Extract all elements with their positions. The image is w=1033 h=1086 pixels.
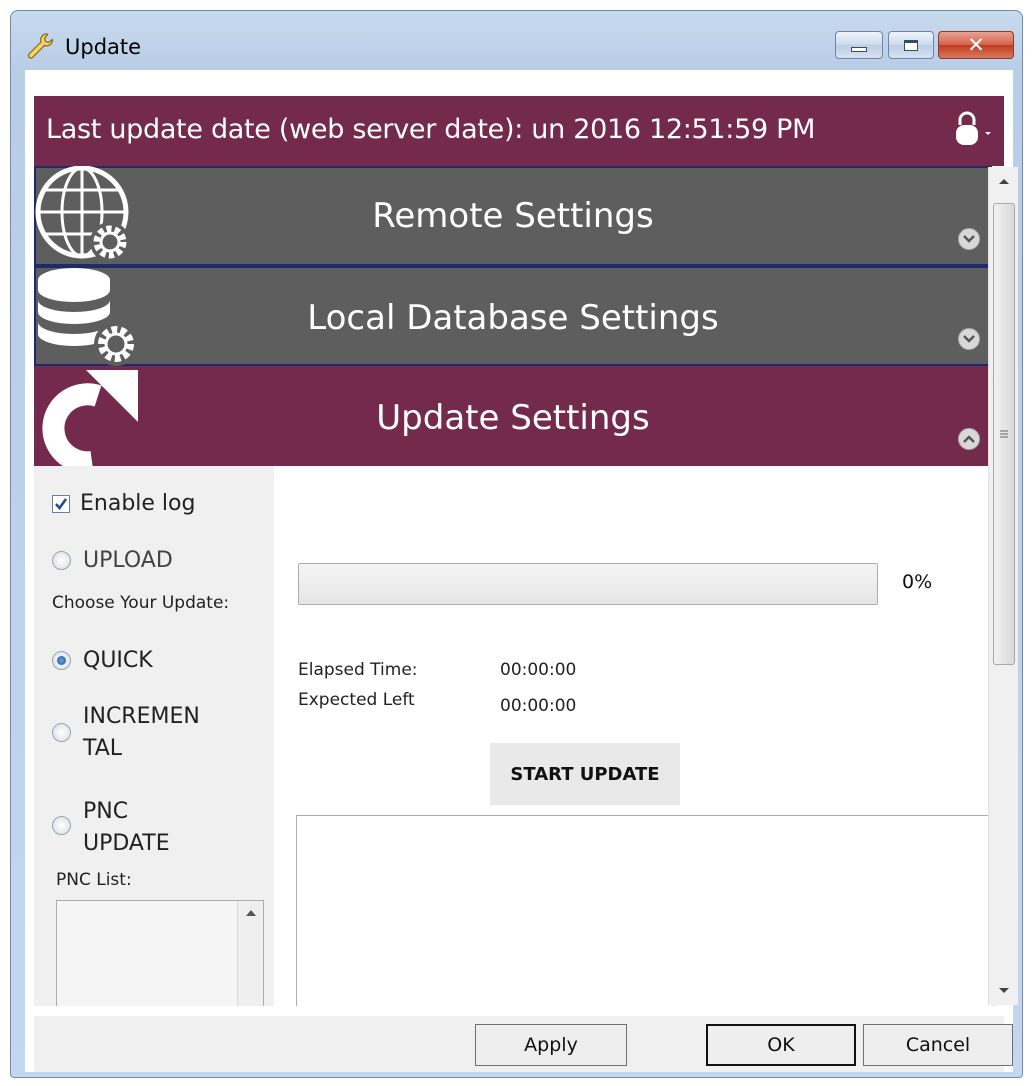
update-progress-bar	[298, 563, 878, 605]
pnc-update-radio[interactable]: PNC UPDATE	[52, 796, 170, 860]
radio-circle[interactable]	[52, 651, 71, 670]
progress-percent: 0%	[902, 571, 933, 593]
local-database-settings-header[interactable]: Local Database Settings	[34, 266, 992, 366]
grip-icon	[1000, 430, 1008, 438]
settings-scrollbar[interactable]	[988, 167, 1018, 1005]
window-title: Update	[65, 35, 142, 59]
incremental-label-line2: TAL	[83, 736, 123, 761]
incremental-radio[interactable]: INCREMEN TAL	[52, 701, 200, 765]
check-icon	[55, 497, 68, 510]
maximize-icon	[904, 39, 918, 51]
elapsed-time-label: Elapsed Time:	[298, 660, 418, 680]
close-button[interactable]: ✕	[938, 31, 1014, 59]
expected-left-label: Expected Left	[298, 690, 415, 710]
scroll-down-arrow-icon[interactable]	[989, 979, 1019, 1003]
local-database-settings-title: Local Database Settings	[307, 298, 719, 338]
checkbox-box[interactable]	[52, 494, 70, 513]
pnc-list-scrollbar[interactable]	[237, 901, 263, 1006]
radio-circle[interactable]	[52, 816, 71, 835]
chevron-up-icon[interactable]	[958, 428, 980, 450]
enable-log-label: Enable log	[80, 491, 196, 516]
upload-radio[interactable]: UPLOAD	[52, 548, 173, 573]
radio-circle[interactable]	[52, 723, 71, 742]
update-window: Update ✕ Last update date (web server da…	[10, 10, 1023, 1078]
remote-settings-header[interactable]: Remote Settings	[34, 166, 992, 266]
start-update-button[interactable]: START UPDATE	[490, 743, 680, 805]
enable-log-checkbox[interactable]: Enable log	[52, 491, 195, 516]
pnc-list[interactable]	[56, 900, 264, 1006]
pnc-label-line1: PNC	[83, 799, 129, 824]
last-update-text: Last update date (web server date): un 2…	[46, 114, 816, 145]
update-settings-header[interactable]: Update Settings	[34, 366, 992, 466]
lock-icon[interactable]	[950, 110, 994, 150]
scroll-up-arrow-icon[interactable]	[989, 169, 1019, 193]
expected-left-value: 00:00:00	[500, 696, 577, 716]
wrench-icon	[27, 33, 54, 59]
quick-label: QUICK	[83, 648, 153, 673]
chevron-down-icon[interactable]	[958, 228, 980, 250]
update-settings-title: Update Settings	[376, 398, 650, 438]
update-log-textbox[interactable]	[296, 815, 994, 1006]
apply-button[interactable]: Apply	[475, 1024, 627, 1066]
upload-label: UPLOAD	[83, 548, 173, 573]
last-update-bar: Last update date (web server date): un 2…	[34, 96, 1004, 166]
minimize-icon	[851, 46, 867, 52]
client-area: Last update date (web server date): un 2…	[25, 70, 1018, 1072]
elapsed-time-value: 00:00:00	[500, 660, 577, 680]
pnc-label-line2: UPDATE	[83, 831, 170, 856]
title-bar[interactable]: Update ✕	[11, 11, 1022, 71]
dialog-footer: Apply OK Cancel	[34, 1016, 1013, 1072]
scrollbar-thumb[interactable]	[993, 203, 1015, 665]
incremental-label-line1: INCREMEN	[83, 704, 200, 729]
scroll-up-arrow-icon[interactable]	[238, 901, 264, 925]
settings-scroll-area: Remote Settings Local Database Settings	[34, 166, 1004, 1006]
maximize-button[interactable]	[888, 31, 934, 59]
close-icon: ✕	[967, 32, 985, 57]
pnc-list-label: PNC List:	[56, 870, 132, 890]
ok-button[interactable]: OK	[706, 1024, 856, 1066]
choose-update-label: Choose Your Update:	[52, 593, 230, 613]
quick-radio[interactable]: QUICK	[52, 648, 153, 673]
chevron-down-icon[interactable]	[958, 328, 980, 350]
cancel-button[interactable]: Cancel	[863, 1024, 1013, 1066]
remote-settings-title: Remote Settings	[372, 196, 654, 236]
minimize-button[interactable]	[835, 31, 883, 59]
radio-circle[interactable]	[52, 551, 71, 570]
